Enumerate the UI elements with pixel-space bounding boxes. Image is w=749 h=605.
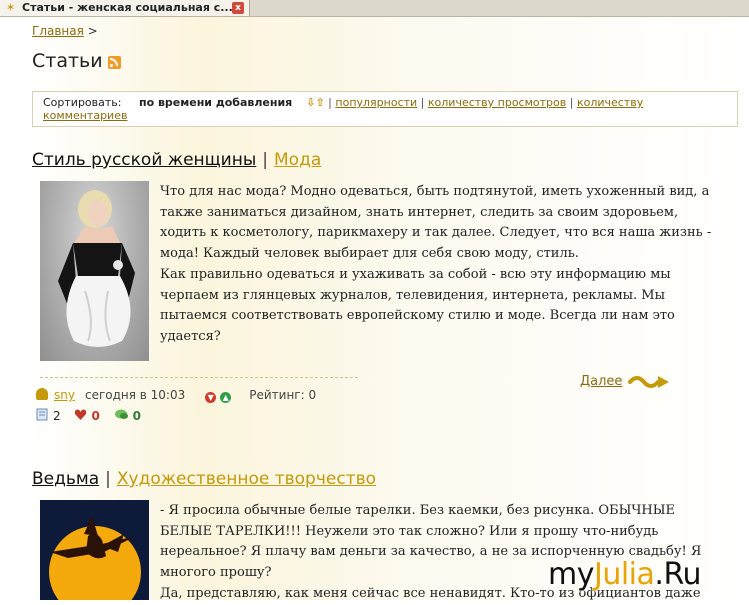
- browser-tab-bar: ✶ Статьи - женская социальная с... x: [0, 0, 749, 17]
- article-2-title-link[interactable]: Ведьма: [32, 469, 99, 489]
- article-1-paragraph: Что для нас мода? Модно одеваться, быть …: [160, 184, 712, 262]
- shares-count: 0: [132, 409, 142, 423]
- article-2-heading: Ведьма | Художественное творчество: [32, 469, 376, 489]
- read-more-arrow-icon[interactable]: [628, 373, 672, 391]
- article-1-paragraph: Как правильно одеваться и ухаживать за с…: [160, 266, 675, 344]
- user-icon: [36, 388, 48, 400]
- article-1-author-link[interactable]: sny: [54, 388, 75, 402]
- article-1-meta: sny сегодня в 10:03 ▼ ▲ Рейтинг: 0: [36, 388, 316, 403]
- breadcrumb-home-link[interactable]: Главная: [32, 24, 84, 38]
- breadcrumb: Главная >: [32, 24, 98, 38]
- article-1-date: сегодня в 10:03: [84, 388, 186, 402]
- sort-separator: |: [328, 96, 332, 109]
- article-1-rating: Рейтинг: 0: [249, 388, 317, 402]
- site-watermark-logo: myJulia.Ru: [548, 557, 701, 592]
- rss-feed-icon[interactable]: [108, 56, 121, 69]
- breadcrumb-separator: >: [87, 24, 98, 38]
- article-1-stats: 2 0 0: [36, 408, 151, 423]
- sort-current: по времени добавления: [138, 96, 293, 109]
- article-1-heading: Стиль русской женщины | Мода: [32, 150, 321, 170]
- comments-icon: [36, 408, 48, 421]
- woman-in-dress-image: [58, 190, 135, 347]
- site-favicon-icon: ✶: [6, 1, 16, 14]
- title-separator: |: [262, 150, 268, 170]
- sort-direction-icon[interactable]: ⇩⇧: [306, 96, 324, 109]
- browser-tab[interactable]: ✶ Статьи - женская социальная с... x: [0, 0, 250, 16]
- vote-down-icon[interactable]: ▼: [205, 392, 217, 403]
- comments-count: 2: [53, 409, 61, 423]
- article-2-image[interactable]: [40, 500, 149, 600]
- watermark-part-3: .Ru: [654, 557, 701, 592]
- article-1-divider: [40, 377, 358, 378]
- sort-by-popularity-link[interactable]: популярности: [335, 96, 417, 109]
- watermark-part-1: my: [548, 557, 594, 592]
- tab-close-icon[interactable]: x: [232, 2, 244, 14]
- article-1-image[interactable]: [40, 181, 149, 361]
- sort-panel: Сортировать: по времени добавления ⇩⇧ | …: [32, 91, 738, 127]
- article-1-category-link[interactable]: Мода: [274, 150, 321, 170]
- article-2-category-link[interactable]: Художественное творчество: [117, 469, 376, 489]
- title-separator: |: [105, 469, 111, 489]
- witch-on-moon-image: [49, 516, 141, 600]
- watermark-part-2: Julia: [593, 557, 655, 592]
- heart-icon[interactable]: [74, 408, 87, 421]
- sort-label: Сортировать:: [43, 96, 122, 109]
- share-icon[interactable]: [114, 408, 129, 421]
- sort-by-views-link[interactable]: количеству просмотров: [428, 96, 566, 109]
- article-1-more-link[interactable]: Далее: [580, 374, 622, 389]
- sort-separator: |: [420, 96, 425, 109]
- article-1-title-link[interactable]: Стиль русской женщины: [32, 150, 256, 170]
- page-title: Статьи: [32, 50, 103, 72]
- vote-up-icon[interactable]: ▲: [220, 392, 232, 403]
- likes-count: 0: [91, 409, 100, 423]
- browser-tab-title: Статьи - женская социальная с...: [22, 1, 233, 14]
- sort-separator: |: [569, 96, 574, 109]
- article-1-body: Что для нас мода? Модно одеваться, быть …: [160, 182, 720, 348]
